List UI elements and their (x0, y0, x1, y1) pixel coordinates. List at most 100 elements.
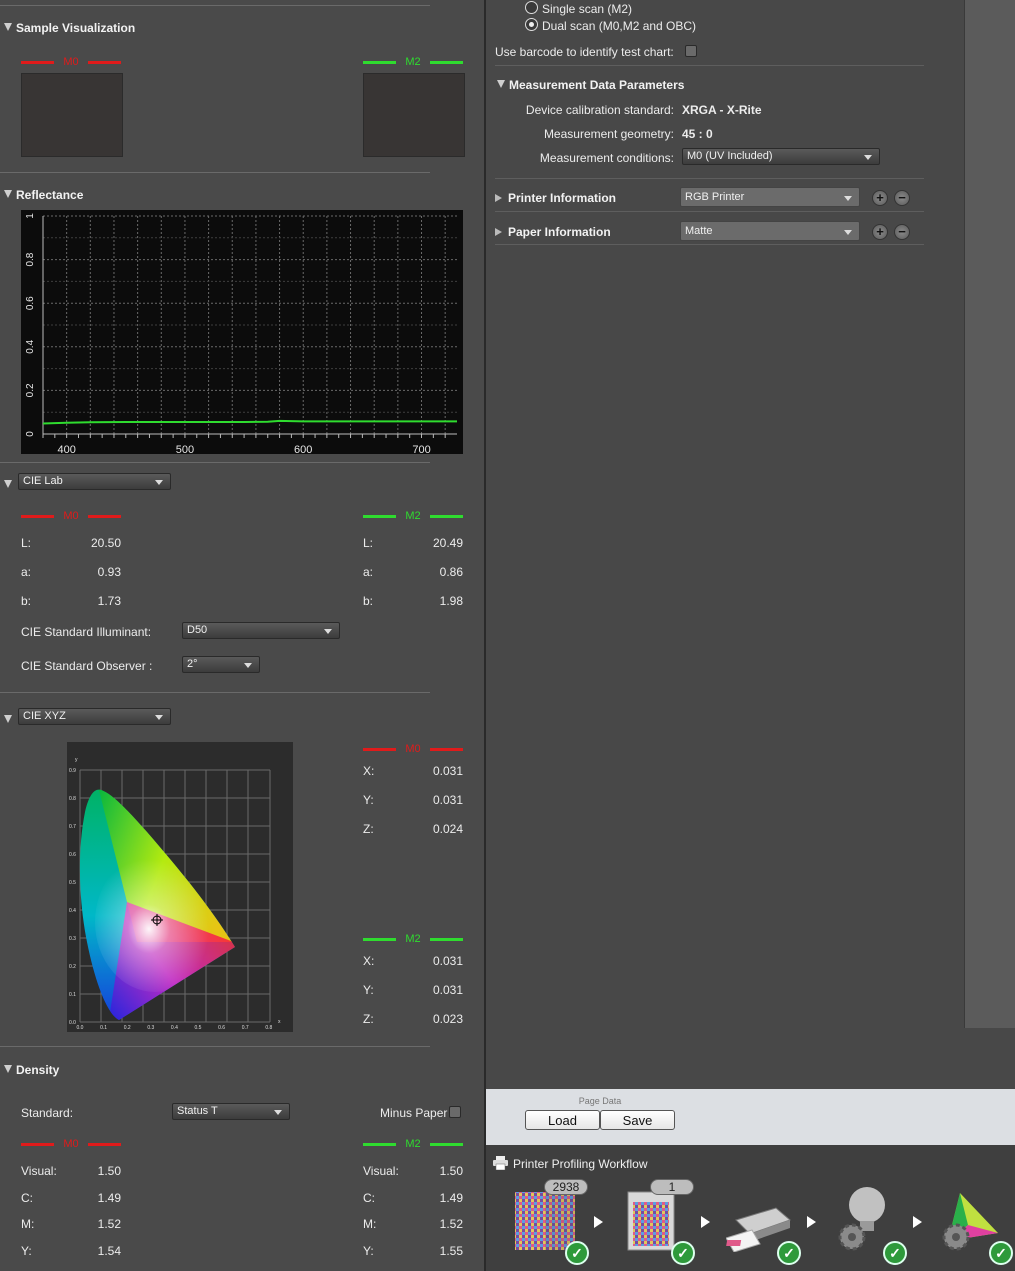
check-icon: ✓ (565, 1241, 589, 1265)
x-tick-label: 0.5 (195, 1025, 202, 1031)
legend-label: M2 (405, 56, 421, 68)
section-paper-information[interactable]: Paper Information (495, 225, 611, 239)
page-data-bar: Page Data Load Save (486, 1089, 1015, 1145)
add-printer-button[interactable]: + (872, 190, 888, 206)
lightbulb-gear-icon[interactable] (834, 1185, 896, 1251)
divider (0, 5, 430, 6)
density-visual-value: 1.50 (439, 1164, 463, 1178)
legend-bar (88, 1143, 121, 1146)
scanner-icon[interactable] (725, 1190, 791, 1253)
section-title: Paper Information (508, 225, 611, 239)
density-standard-dropdown[interactable]: Status T (172, 1103, 290, 1120)
measurement-conditions-label: Measurement conditions: (539, 151, 674, 165)
barcode-checkbox[interactable] (685, 45, 697, 57)
x-tick-label: 0.8 (265, 1025, 272, 1031)
divider (0, 462, 430, 463)
density-m-label: M: (363, 1217, 377, 1231)
y-tick-label: 0.6 (69, 852, 76, 858)
legend-bar (430, 748, 463, 751)
section-sample-visualization[interactable]: Sample Visualization (4, 21, 135, 35)
lab-l-value: 20.50 (90, 536, 121, 550)
legend-label: M0 (63, 56, 79, 68)
section-title: Sample Visualization (16, 21, 136, 35)
xyz-collapse-toggle[interactable] (4, 713, 16, 727)
disclosure-triangle-icon (495, 194, 502, 202)
divider (0, 172, 430, 173)
x-tick-label: 0.2 (124, 1025, 131, 1031)
load-button[interactable]: Load (525, 1110, 600, 1130)
right-scroll-strip (964, 0, 1015, 1028)
single-scan-radio[interactable] (525, 1, 538, 14)
test-chart-icon[interactable] (513, 1190, 575, 1252)
density-c-value: 1.49 (97, 1191, 121, 1205)
dropdown-value: Matte (685, 225, 713, 237)
lab-collapse-toggle[interactable] (4, 478, 16, 492)
workflow-title: Printer Profiling Workflow (513, 1157, 648, 1171)
density-c-label: C: (21, 1191, 33, 1205)
printer-dropdown[interactable]: RGB Printer (680, 187, 860, 207)
y-tick-label: 0.8 (25, 252, 36, 266)
dual-scan-radio[interactable] (525, 18, 538, 31)
arrow-right-icon (701, 1216, 710, 1228)
x-tick-label: 500 (176, 444, 194, 454)
legend-label: M2 (405, 510, 421, 522)
dropdown-value: Status T (177, 1105, 218, 1117)
y-tick-label: 0.0 (69, 1020, 76, 1026)
section-measurement-params[interactable]: Measurement Data Parameters (497, 78, 684, 92)
density-visual-label: Visual: (363, 1164, 399, 1178)
paper-dropdown[interactable]: Matte (680, 221, 860, 241)
reflectance-chart: 400 500 600 700 0 0.2 0.4 0.6 0.8 1 (21, 210, 463, 454)
disclosure-triangle-icon (4, 480, 12, 488)
remove-printer-button[interactable]: − (894, 190, 910, 206)
section-printer-information[interactable]: Printer Information (495, 191, 616, 205)
lab-b-label: b: (21, 594, 32, 608)
add-paper-button[interactable]: + (872, 224, 888, 240)
profile-gear-icon[interactable] (938, 1185, 1000, 1251)
legend-m0: M0 (363, 743, 463, 757)
lab-b-value: 1.98 (439, 594, 463, 608)
divider (495, 65, 924, 66)
legend-bar (363, 61, 396, 64)
observer-dropdown[interactable]: 2° (182, 656, 260, 673)
x-tick-label: 0.4 (171, 1025, 178, 1031)
xyz-x-label: X: (363, 764, 375, 778)
remove-paper-button[interactable]: − (894, 224, 910, 240)
step-count-badge: 1 (650, 1179, 694, 1195)
disclosure-triangle-icon (4, 715, 12, 723)
lab-l-label: L: (363, 536, 374, 550)
arrow-right-icon (913, 1216, 922, 1228)
step-count-badge: 2938 (544, 1179, 588, 1195)
xyz-mode-dropdown[interactable]: CIE XYZ (18, 708, 171, 725)
chromaticity-diagram: 0.0 0.1 0.2 0.3 0.4 0.5 0.6 0.7 0.8 0.9 0.8 0.7 0.6 0… (67, 742, 293, 1032)
illuminant-dropdown[interactable]: D50 (182, 622, 340, 639)
check-icon: ✓ (989, 1241, 1013, 1265)
chevron-down-icon (864, 155, 872, 160)
save-button[interactable]: Save (600, 1110, 675, 1130)
y-tick-label: 0 (25, 431, 36, 437)
y-tick-label: 0.4 (69, 908, 76, 914)
measurement-conditions-dropdown[interactable]: M0 (UV Included) (682, 148, 880, 165)
density-y-value: 1.55 (439, 1244, 463, 1258)
x-tick-label: 400 (57, 444, 75, 454)
divider (495, 244, 924, 245)
xyz-y-label: Y: (363, 793, 374, 807)
lab-a-value: 0.93 (97, 565, 121, 579)
disclosure-triangle-icon (495, 228, 502, 236)
section-reflectance[interactable]: Reflectance (4, 188, 83, 202)
y-tick-label: 0.8 (69, 796, 76, 802)
page-data-title: Page Data (578, 1096, 622, 1106)
section-density[interactable]: Density (4, 1063, 59, 1077)
right-panel: Single scan (M2) Dual scan (M0,M2 and OB… (486, 0, 1015, 1089)
density-m-label: M: (21, 1217, 35, 1231)
legend-bar (363, 1143, 396, 1146)
lab-a-label: a: (363, 565, 374, 579)
dual-scan-label: Dual scan (M0,M2 and OBC) (542, 19, 697, 33)
minus-paper-checkbox[interactable] (449, 1106, 461, 1118)
section-title: Measurement Data Parameters (509, 78, 685, 92)
y-tick-label: 0.5 (69, 880, 76, 886)
legend-bar (21, 1143, 54, 1146)
dropdown-value: D50 (187, 624, 208, 636)
lab-mode-dropdown[interactable]: CIE Lab (18, 473, 171, 490)
lab-a-label: a: (21, 565, 32, 579)
legend-m0: M0 (21, 510, 121, 524)
